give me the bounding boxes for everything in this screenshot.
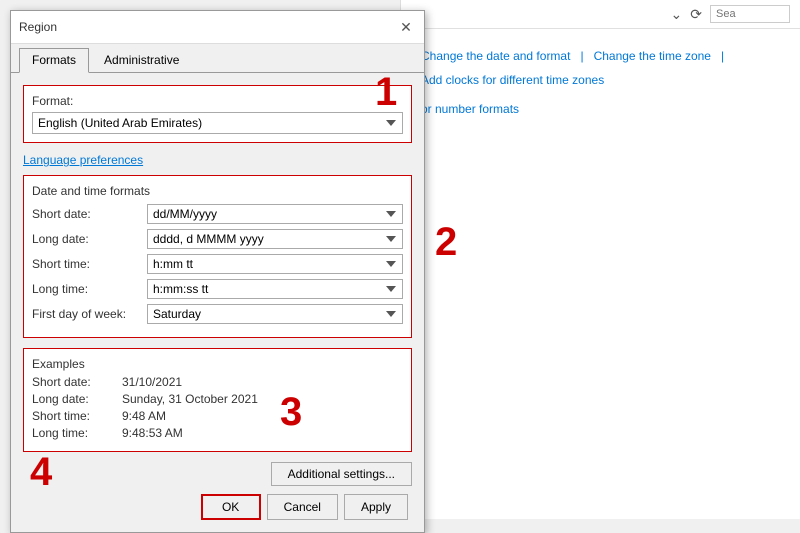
dialog-body: Format: English (United Arab Emirates) L… [11,73,424,532]
format-select[interactable]: English (United Arab Emirates) [32,112,403,134]
format-label: Format: [32,94,403,108]
apply-button[interactable]: Apply [344,494,408,520]
example-short-time-value: 9:48 AM [122,409,166,423]
example-long-date-row: Long date: Sunday, 31 October 2021 [32,392,403,406]
dialog-tabs: Formats Administrative [11,44,424,73]
long-time-select[interactable]: h:mm:ss tt [147,279,403,299]
example-long-time-row: Long time: 9:48:53 AM [32,426,403,440]
short-date-select[interactable]: dd/MM/yyyy [147,204,403,224]
dialog-titlebar: Region ✕ [11,11,424,44]
background-panel: ⌄ ⟳ Change the date and format | Change … [400,0,800,519]
short-time-row: Short time: h:mm tt [32,254,403,274]
short-time-label: Short time: [32,257,147,271]
add-clocks-link[interactable]: Add clocks for different time zones [421,73,604,87]
format-section: Format: English (United Arab Emirates) [23,85,412,143]
examples-title: Examples [32,357,403,371]
dropdown-icon[interactable]: ⌄ [671,6,683,23]
long-date-select[interactable]: dddd, d MMMM yyyy [147,229,403,249]
search-input[interactable] [710,5,790,23]
first-day-label: First day of week: [32,307,147,321]
top-bar: ⌄ ⟳ [401,0,800,29]
language-preferences-link[interactable]: Language preferences [23,153,143,167]
refresh-icon[interactable]: ⟳ [690,6,702,23]
example-short-date-row: Short date: 31/10/2021 [32,375,403,389]
example-short-time-row: Short time: 9:48 AM [32,409,403,423]
background-content: Change the date and format | Change the … [401,29,800,136]
ok-button[interactable]: OK [201,494,261,520]
example-short-date-value: 31/10/2021 [122,375,182,389]
change-date-link[interactable]: Change the date and format [421,49,570,63]
region-dialog: Region ✕ Formats Administrative Format: … [10,10,425,533]
datetime-title: Date and time formats [32,184,403,198]
link-separator-2: | [721,49,724,63]
examples-section: Examples Short date: 31/10/2021 Long dat… [23,348,412,452]
dialog-title: Region [19,20,57,34]
additional-settings-container: Additional settings... [23,462,412,486]
example-long-time-label: Long time: [32,426,122,440]
cancel-button[interactable]: Cancel [267,494,338,520]
change-timezone-link[interactable]: Change the time zone [594,49,711,63]
example-short-time-label: Short time: [32,409,122,423]
tab-administrative[interactable]: Administrative [91,48,192,72]
datetime-section: Date and time formats Short date: dd/MM/… [23,175,412,338]
first-day-row: First day of week: Saturday [32,304,403,324]
short-time-select[interactable]: h:mm tt [147,254,403,274]
example-long-date-label: Long date: [32,392,122,406]
background-links: Change the date and format | Change the … [421,49,780,87]
long-date-row: Long date: dddd, d MMMM yyyy [32,229,403,249]
link-separator-1: | [580,49,583,63]
example-long-date-value: Sunday, 31 October 2021 [122,392,258,406]
example-long-time-value: 9:48:53 AM [122,426,183,440]
dialog-action-buttons: OK Cancel Apply [23,494,412,520]
close-button[interactable]: ✕ [396,17,416,37]
short-date-row: Short date: dd/MM/yyyy [32,204,403,224]
long-date-label: Long date: [32,232,147,246]
number-formats-link[interactable]: or number formats [421,102,780,116]
tab-formats[interactable]: Formats [19,48,89,73]
short-date-label: Short date: [32,207,147,221]
long-time-row: Long time: h:mm:ss tt [32,279,403,299]
additional-settings-button[interactable]: Additional settings... [271,462,412,486]
first-day-select[interactable]: Saturday [147,304,403,324]
long-time-label: Long time: [32,282,147,296]
example-short-date-label: Short date: [32,375,122,389]
